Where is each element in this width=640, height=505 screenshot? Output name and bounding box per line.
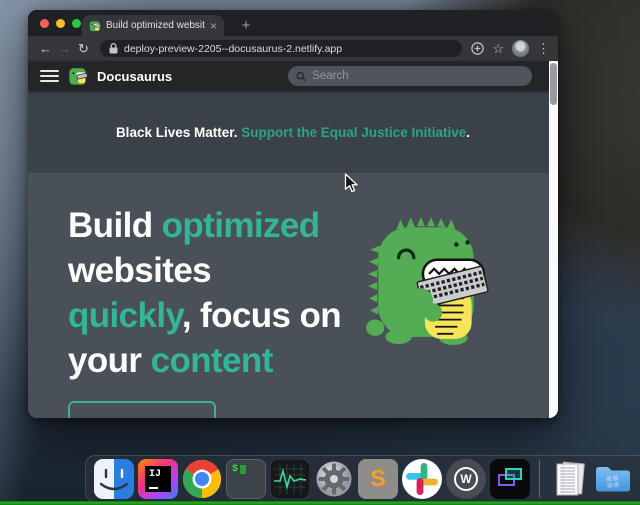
system-preferences-icon[interactable] (314, 459, 354, 499)
terminal-prompt-glyph: $ (232, 464, 238, 475)
activity-monitor-icon[interactable] (270, 459, 310, 499)
scrollbar-thumb[interactable] (550, 63, 557, 105)
announcement-text: Black Lives Matter. Support the Equal Ju… (116, 125, 470, 140)
page-scrollbar[interactable] (549, 61, 558, 418)
browser-window: Build optimized websites quick × + ← → ↻… (28, 10, 558, 418)
hero-word-highlight: content (151, 341, 273, 380)
reload-button[interactable]: ↻ (74, 42, 93, 55)
docusaurus-mascot-illustration (362, 211, 496, 345)
hero-word: , focus on (182, 296, 341, 335)
site-navbar: Docusaurus (28, 61, 558, 91)
profile-avatar[interactable] (512, 40, 529, 57)
search-input[interactable] (312, 70, 524, 82)
forward-button[interactable]: → (55, 42, 74, 55)
browser-tab[interactable]: Build optimized websites quick × (82, 15, 224, 36)
terminal-icon[interactable]: $ (226, 459, 266, 499)
get-started-button[interactable] (68, 401, 216, 418)
url-text: deploy-preview-2205--docusaurus-2.netlif… (124, 43, 342, 55)
sublime-text-icon[interactable]: S (358, 459, 398, 499)
back-button[interactable]: ← (36, 42, 55, 55)
zoom-window-button[interactable] (72, 19, 81, 28)
announcement-link[interactable]: Support the Equal Justice Initiative (241, 125, 466, 140)
hamburger-menu-icon[interactable] (40, 70, 59, 82)
bookmark-star-icon[interactable]: ☆ (492, 42, 504, 55)
lock-icon (109, 43, 118, 54)
intellij-idea-icon[interactable]: IJ (138, 459, 178, 499)
announcement-bar: Black Lives Matter. Support the Equal Ju… (28, 91, 558, 173)
sublime-glyph: S (370, 465, 385, 492)
tab-bar: Build optimized websites quick × + (28, 10, 558, 36)
new-tab-button[interactable]: + (236, 15, 256, 35)
slack-icon[interactable] (402, 459, 442, 499)
screen-share-app-icon[interactable] (490, 459, 530, 499)
tab-close-icon[interactable]: × (210, 20, 217, 32)
mouse-cursor (344, 173, 358, 194)
hero-section: Build optimized websites quickly, focus … (28, 173, 558, 418)
hero-word: your (68, 341, 151, 380)
hero-word: Build (68, 206, 162, 245)
finder-icon[interactable] (94, 459, 134, 499)
site-brand[interactable]: Docusaurus (97, 69, 172, 84)
intellij-glyph: IJ (149, 469, 161, 480)
hero-word-highlight: optimized (162, 206, 320, 245)
workplace-icon[interactable]: W (446, 459, 486, 499)
dock-divider (539, 460, 540, 498)
dock: IJ $ (85, 455, 640, 502)
announcement-prefix: Black Lives Matter. (116, 125, 241, 140)
browser-toolbar: ← → ↻ deploy-preview-2205--docusaurus-2.… (28, 36, 558, 61)
docusaurus-logo-icon[interactable] (68, 66, 88, 86)
toolbar-right: ☆ ⋮ (469, 40, 550, 57)
minimize-window-button[interactable] (56, 19, 65, 28)
close-window-button[interactable] (40, 19, 49, 28)
hero-word-highlight: quickly (68, 296, 182, 335)
url-bar[interactable]: deploy-preview-2205--docusaurus-2.netlif… (100, 40, 462, 57)
search-box[interactable] (288, 66, 532, 86)
search-icon (296, 71, 306, 82)
shared-folder-icon[interactable] (593, 459, 633, 499)
workplace-glyph: W (460, 472, 471, 486)
docusaurus-favicon (89, 20, 101, 32)
page-content: Docusaurus Black Lives Matter. Support t… (28, 61, 558, 418)
hero-word: websites (68, 251, 211, 290)
screen-recording-indicator-bar (0, 501, 640, 505)
tab-title: Build optimized websites quick (106, 20, 205, 31)
browser-menu-icon[interactable]: ⋮ (537, 42, 550, 55)
announcement-suffix: . (466, 125, 470, 140)
circle-plus-icon[interactable] (471, 42, 484, 55)
documents-stack-icon[interactable] (549, 459, 589, 499)
chrome-icon[interactable] (182, 459, 222, 499)
